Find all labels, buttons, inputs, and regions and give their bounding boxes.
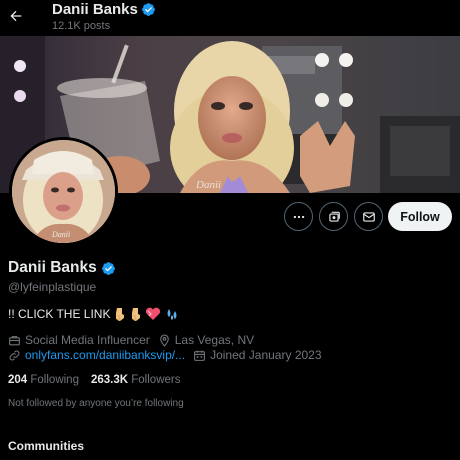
profile-website[interactable]: onlyfans.com/daniibanksvip/... [8,348,185,362]
header-name-row: Danii Banks [52,1,156,18]
follow-button[interactable]: Follow [388,202,452,231]
link-icon [9,350,20,360]
following-count: 204 [8,374,28,386]
profile-bio: !! CLICK THE LINK [8,307,180,321]
profile-joined: Joined January 2023 [193,348,322,362]
banner-necklace-text: Danii [195,179,221,191]
header-post-count: 12.1K posts [52,20,111,32]
more-button[interactable] [284,202,313,231]
bio-text: !! CLICK THE LINK [8,307,111,321]
back-button[interactable] [4,4,28,28]
communities-heading: Communities [8,439,85,453]
profile-actions: Follow [0,202,460,232]
profile-meta-row-1: Social Media Influencer Las Vegas, NV [8,333,262,347]
location-pin-icon [159,334,169,347]
finger-down-icon [132,308,141,321]
envelope-icon [362,211,375,222]
droplets-icon [167,309,177,320]
followers-label: Followers [131,374,181,386]
following-link[interactable]: 204 Following [8,374,79,386]
profile-location: Las Vegas, NV [158,333,254,347]
briefcase-icon [9,335,20,345]
more-dots-icon [293,215,304,218]
followers-count: 263.3K [90,374,129,386]
profile-category: Social Media Influencer [8,333,150,347]
location-label: Las Vegas, NV [174,333,255,347]
finger-down-icon [116,308,125,321]
category-label: Social Media Influencer [25,333,150,347]
display-name: Danii Banks [8,259,97,276]
verified-badge-icon[interactable] [101,261,116,276]
grok-button[interactable] [319,202,348,231]
verified-badge-icon [141,3,155,16]
profile-name-row: Danii Banks [8,259,116,277]
grok-icon [328,211,340,222]
heart-icon [146,307,161,320]
joined-label: Joined January 2023 [210,348,322,362]
following-label: Following [30,374,79,386]
calendar-icon [194,350,206,361]
arrow-left-icon [10,10,22,22]
website-link[interactable]: onlyfans.com/daniibanksvip/... [25,348,185,362]
profile-meta-row-2: onlyfans.com/daniibanksvip/... Joined Ja… [8,348,330,362]
not-followed-notice: Not followed by anyone you’re following [8,398,184,409]
follow-stats: 204 Following 263.3K Followers [8,374,180,386]
followers-link[interactable]: 263.3K Followers [91,374,181,386]
top-bar: Danii Banks 12.1K posts [0,0,460,36]
profile-handle: @lyfeinplastique [8,280,97,294]
header-name: Danii Banks [52,1,138,18]
message-button[interactable] [354,202,383,231]
